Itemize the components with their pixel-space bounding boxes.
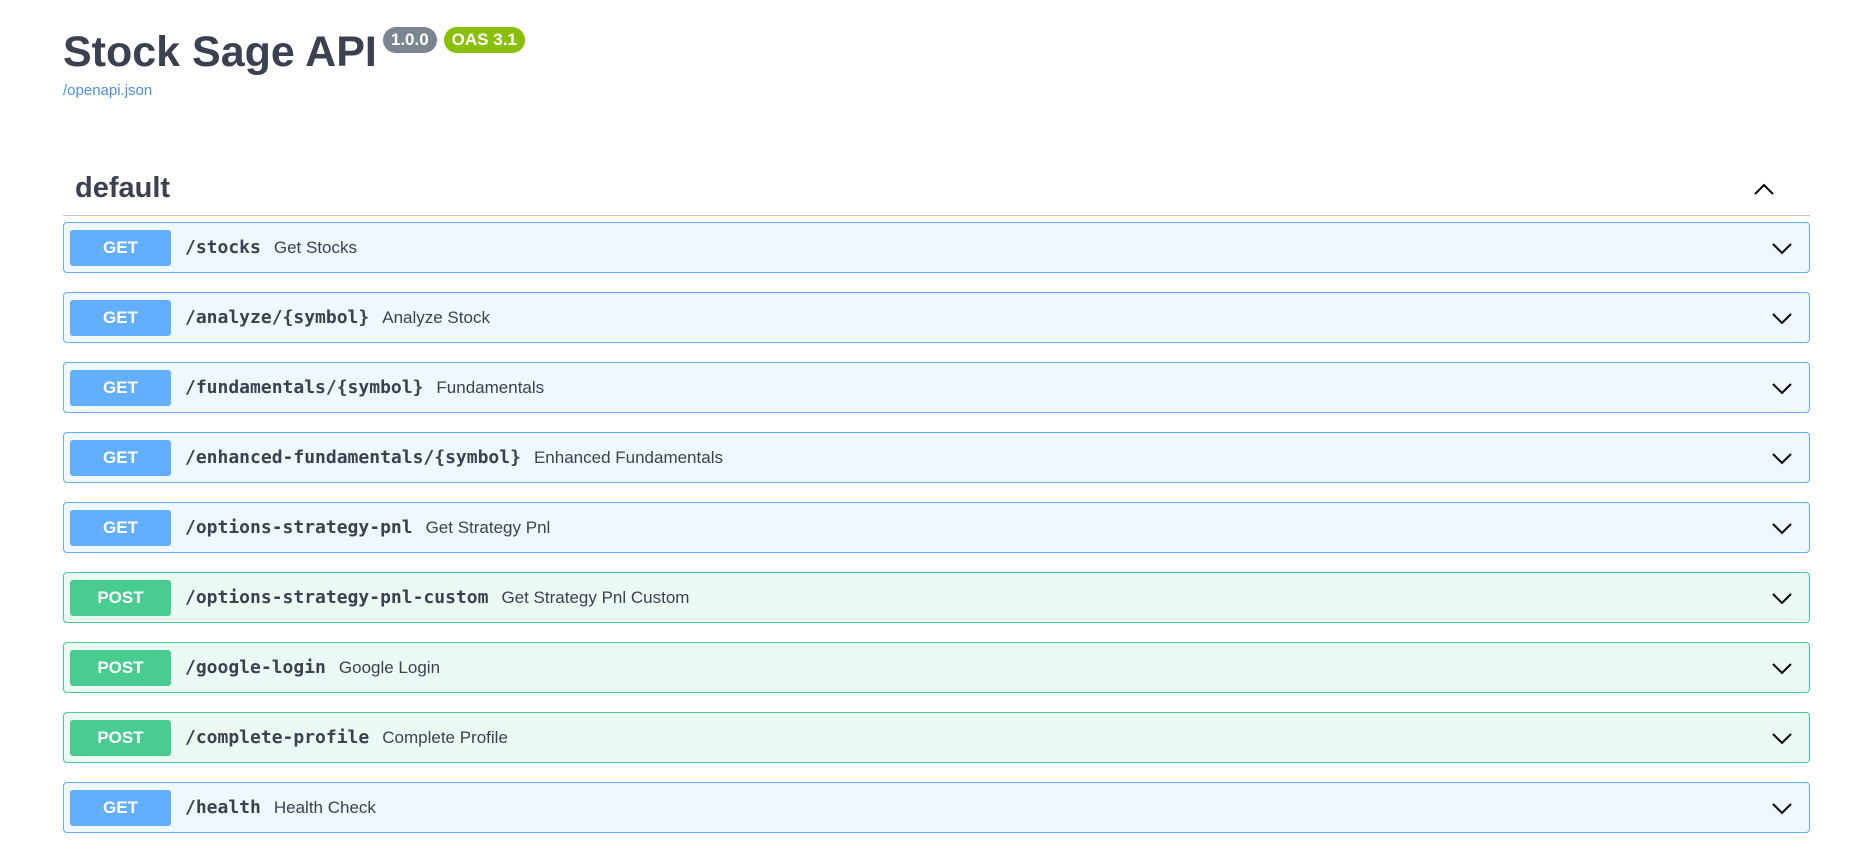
operation-summary: Analyze Stock: [382, 307, 490, 327]
operation-path: /enhanced-fundamentals/{symbol}: [185, 447, 521, 468]
operation-summary: Enhanced Fundamentals: [533, 447, 723, 467]
method-badge: GET: [70, 299, 171, 336]
api-info: Stock Sage API 1.0.0 OAS 3.1 /openapi.js…: [63, 0, 1810, 140]
tag-section-default: default GET/stocks Get Stocks GET/analyze/…: [63, 162, 1810, 833]
operation-row[interactable]: POST/complete-profile Complete Profile: [63, 712, 1810, 763]
operation-path: /health: [185, 797, 261, 818]
chevron-down-icon[interactable]: [1769, 655, 1795, 681]
page-title: Stock Sage API: [63, 28, 377, 76]
operations-list: GET/stocks Get Stocks GET/analyze/{symbol}…: [63, 216, 1810, 833]
operation-path: /google-login: [185, 657, 326, 678]
operation-path: /options-strategy-pnl-custom: [185, 587, 489, 608]
operation-row[interactable]: GET/health Health Check: [63, 782, 1810, 833]
operation-summary: Health Check: [273, 797, 376, 817]
method-badge: POST: [70, 579, 171, 616]
chevron-down-icon[interactable]: [1769, 795, 1795, 821]
chevron-down-icon[interactable]: [1769, 375, 1795, 401]
operation-summary: Complete Profile: [382, 727, 508, 747]
operation-summary: Google Login: [338, 657, 441, 677]
method-badge: GET: [70, 229, 171, 266]
chevron-down-icon[interactable]: [1769, 725, 1795, 751]
chevron-down-icon[interactable]: [1769, 585, 1795, 611]
chevron-down-icon[interactable]: [1769, 445, 1795, 471]
method-badge: GET: [70, 509, 171, 546]
operation-summary: Get Strategy Pnl Custom: [501, 587, 690, 607]
version-badge: 1.0.0: [382, 27, 437, 53]
operation-row[interactable]: POST/google-login Google Login: [63, 642, 1810, 693]
operation-row[interactable]: GET/enhanced-fundamentals/{symbol} Enhanc…: [63, 432, 1810, 483]
operation-row[interactable]: POST/options-strategy-pnl-custom Get Stra…: [63, 572, 1810, 623]
method-badge: GET: [70, 439, 171, 476]
operation-summary: Get Strategy Pnl: [425, 517, 551, 537]
operation-summary: Fundamentals: [436, 377, 545, 397]
chevron-down-icon[interactable]: [1769, 515, 1795, 541]
openapi-json-link[interactable]: /openapi.json: [63, 82, 152, 99]
tag-name: default: [75, 172, 171, 204]
operation-summary: Get Stocks: [273, 237, 357, 257]
operation-row[interactable]: GET/fundamentals/{symbol} Fundamentals: [63, 362, 1810, 413]
chevron-down-icon[interactable]: [1769, 235, 1795, 261]
operation-path: /fundamentals/{symbol}: [185, 377, 424, 398]
operation-row[interactable]: GET/analyze/{symbol} Analyze Stock: [63, 292, 1810, 343]
title-row: Stock Sage API 1.0.0 OAS 3.1: [63, 26, 1810, 78]
operation-row[interactable]: GET/options-strategy-pnl Get Strategy Pnl: [63, 502, 1810, 553]
chevron-up-icon[interactable]: [1750, 175, 1778, 203]
operation-path: /analyze/{symbol}: [185, 307, 370, 328]
method-badge: GET: [70, 369, 171, 406]
chevron-down-icon[interactable]: [1769, 305, 1795, 331]
method-badge: GET: [70, 789, 171, 826]
operation-path: /options-strategy-pnl: [185, 517, 413, 538]
oas-badge: OAS 3.1: [443, 27, 525, 53]
method-badge: POST: [70, 649, 171, 686]
swagger-ui: Stock Sage API 1.0.0 OAS 3.1 /openapi.js…: [0, 0, 1873, 833]
operation-path: /stocks: [185, 237, 261, 258]
operation-row[interactable]: GET/stocks Get Stocks: [63, 222, 1810, 273]
method-badge: POST: [70, 719, 171, 756]
tag-header[interactable]: default: [63, 162, 1810, 216]
operation-path: /complete-profile: [185, 727, 370, 748]
